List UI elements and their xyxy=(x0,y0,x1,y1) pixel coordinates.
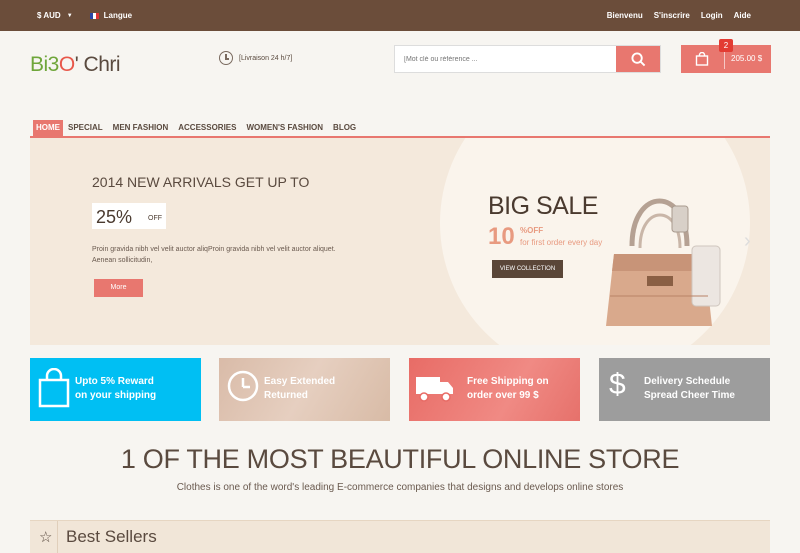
feature-line-2: Spread Cheer Time xyxy=(644,390,735,401)
search-input[interactable] xyxy=(395,46,617,72)
logo-part-2: O xyxy=(58,53,75,76)
store-headline: 1 OF THE MOST BEAUTIFUL ONLINE STORE xyxy=(120,444,680,474)
top-bar: $ AUD ▼ Langue Bienvenu S'inscrire Login… xyxy=(0,0,800,31)
sale-off-label: %OFF xyxy=(520,226,544,235)
discount-box: 25% OFF xyxy=(92,203,166,229)
star-icon: ☆ xyxy=(39,529,53,546)
more-button[interactable]: More xyxy=(94,279,143,297)
search-icon xyxy=(630,51,645,66)
truck-icon xyxy=(416,377,453,402)
feature-line-1: Free Shipping on xyxy=(467,376,549,387)
clock-icon xyxy=(227,370,259,402)
link-login[interactable]: Login xyxy=(701,11,723,20)
nav-womens-fashion[interactable]: WOMEN'S FASHION xyxy=(241,120,328,136)
chevron-down-icon[interactable]: ▼ xyxy=(67,13,73,19)
feature-shipping-text: Free Shipping on order over 99 $ xyxy=(467,375,549,403)
best-sellers-divider xyxy=(57,521,58,553)
feature-line-1: Easy Extended xyxy=(264,376,336,387)
link-help[interactable]: Aide xyxy=(734,11,751,20)
top-links: Bienvenu S'inscrire Login Aide xyxy=(607,11,751,20)
feature-reward[interactable]: Upto 5% Reward on your shipping xyxy=(30,358,201,421)
feature-line-1: Upto 5% Reward xyxy=(75,376,154,387)
discount-percent: 25% xyxy=(96,207,133,227)
nav-men-fashion[interactable]: MEN FASHION xyxy=(108,120,174,136)
delivery-text: [Livraison 24 h/7] xyxy=(239,54,293,62)
cart-divider xyxy=(724,49,725,69)
discount-off-label: OFF xyxy=(148,215,162,222)
cart-count-badge: 2 xyxy=(719,39,733,52)
slider-next-arrow[interactable]: › xyxy=(744,230,751,253)
feature-delivery-text: Delivery Schedule Spread Cheer Time xyxy=(644,375,735,403)
hero-slider: 2014 NEW ARRIVALS GET UP TO 25% OFF Proi… xyxy=(30,138,770,345)
cart-button[interactable]: 205.00 $ 2 xyxy=(681,39,771,73)
feature-returns[interactable]: Easy Extended Returned xyxy=(219,358,390,421)
handbag-image xyxy=(606,198,721,326)
site-logo[interactable]: Bi3O' Chri xyxy=(30,53,121,77)
feature-returns-text: Easy Extended Returned xyxy=(264,375,335,403)
feature-line-2: order over 99 $ xyxy=(467,390,539,401)
clock-icon xyxy=(219,51,233,65)
hero-headline: 2014 NEW ARRIVALS GET UP TO xyxy=(92,174,310,190)
hero-description: Proin gravida nibh vel velit auctor aliq… xyxy=(92,246,336,264)
link-welcome[interactable]: Bienvenu xyxy=(607,11,643,20)
logo-part-1: Bi3 xyxy=(30,53,59,76)
main-nav: HOME SPECIAL MEN FASHION ACCESSORIES WOM… xyxy=(33,120,361,136)
currency-selector[interactable]: $ AUD xyxy=(37,11,61,20)
france-flag-icon xyxy=(89,12,99,19)
feature-line-1: Delivery Schedule xyxy=(644,376,731,387)
shopping-bag-icon xyxy=(38,368,70,408)
feature-shipping[interactable]: Free Shipping on order over 99 $ xyxy=(409,358,580,421)
search-box xyxy=(394,45,661,73)
nav-accessories[interactable]: ACCESSORIES xyxy=(173,120,241,136)
delivery-info: [Livraison 24 h/7] xyxy=(219,51,292,65)
best-sellers-title: Best Sellers xyxy=(66,527,157,546)
dollar-icon: $ xyxy=(609,368,626,401)
feature-line-2: Returned xyxy=(264,390,308,401)
logo-part-3: ' Chri xyxy=(74,53,121,76)
sale-subtext: for first order every day xyxy=(520,238,603,247)
nav-home[interactable]: HOME xyxy=(33,120,63,136)
top-bar-left: $ AUD ▼ Langue xyxy=(37,11,132,20)
big-sale-title: BIG SALE xyxy=(488,192,598,220)
sale-percent: 10 xyxy=(488,223,515,250)
best-sellers-bar: ☆ Best Sellers xyxy=(30,520,770,553)
feature-delivery[interactable]: $ Delivery Schedule Spread Cheer Time xyxy=(599,358,770,421)
view-collection-button[interactable]: VIEW COLLECTION xyxy=(492,260,563,278)
feature-line-2: on your shipping xyxy=(75,390,157,401)
shopping-bag-icon xyxy=(695,52,709,66)
language-selector[interactable]: Langue xyxy=(104,11,132,20)
store-subline: Clothes is one of the word's leading E-c… xyxy=(176,482,624,493)
nav-special[interactable]: SPECIAL xyxy=(63,120,108,136)
nav-blog[interactable]: BLOG xyxy=(328,120,361,136)
link-register[interactable]: S'inscrire xyxy=(654,11,690,20)
cart-total: 205.00 $ xyxy=(731,54,763,63)
feature-reward-text: Upto 5% Reward on your shipping xyxy=(75,375,156,403)
search-button[interactable] xyxy=(616,46,660,72)
